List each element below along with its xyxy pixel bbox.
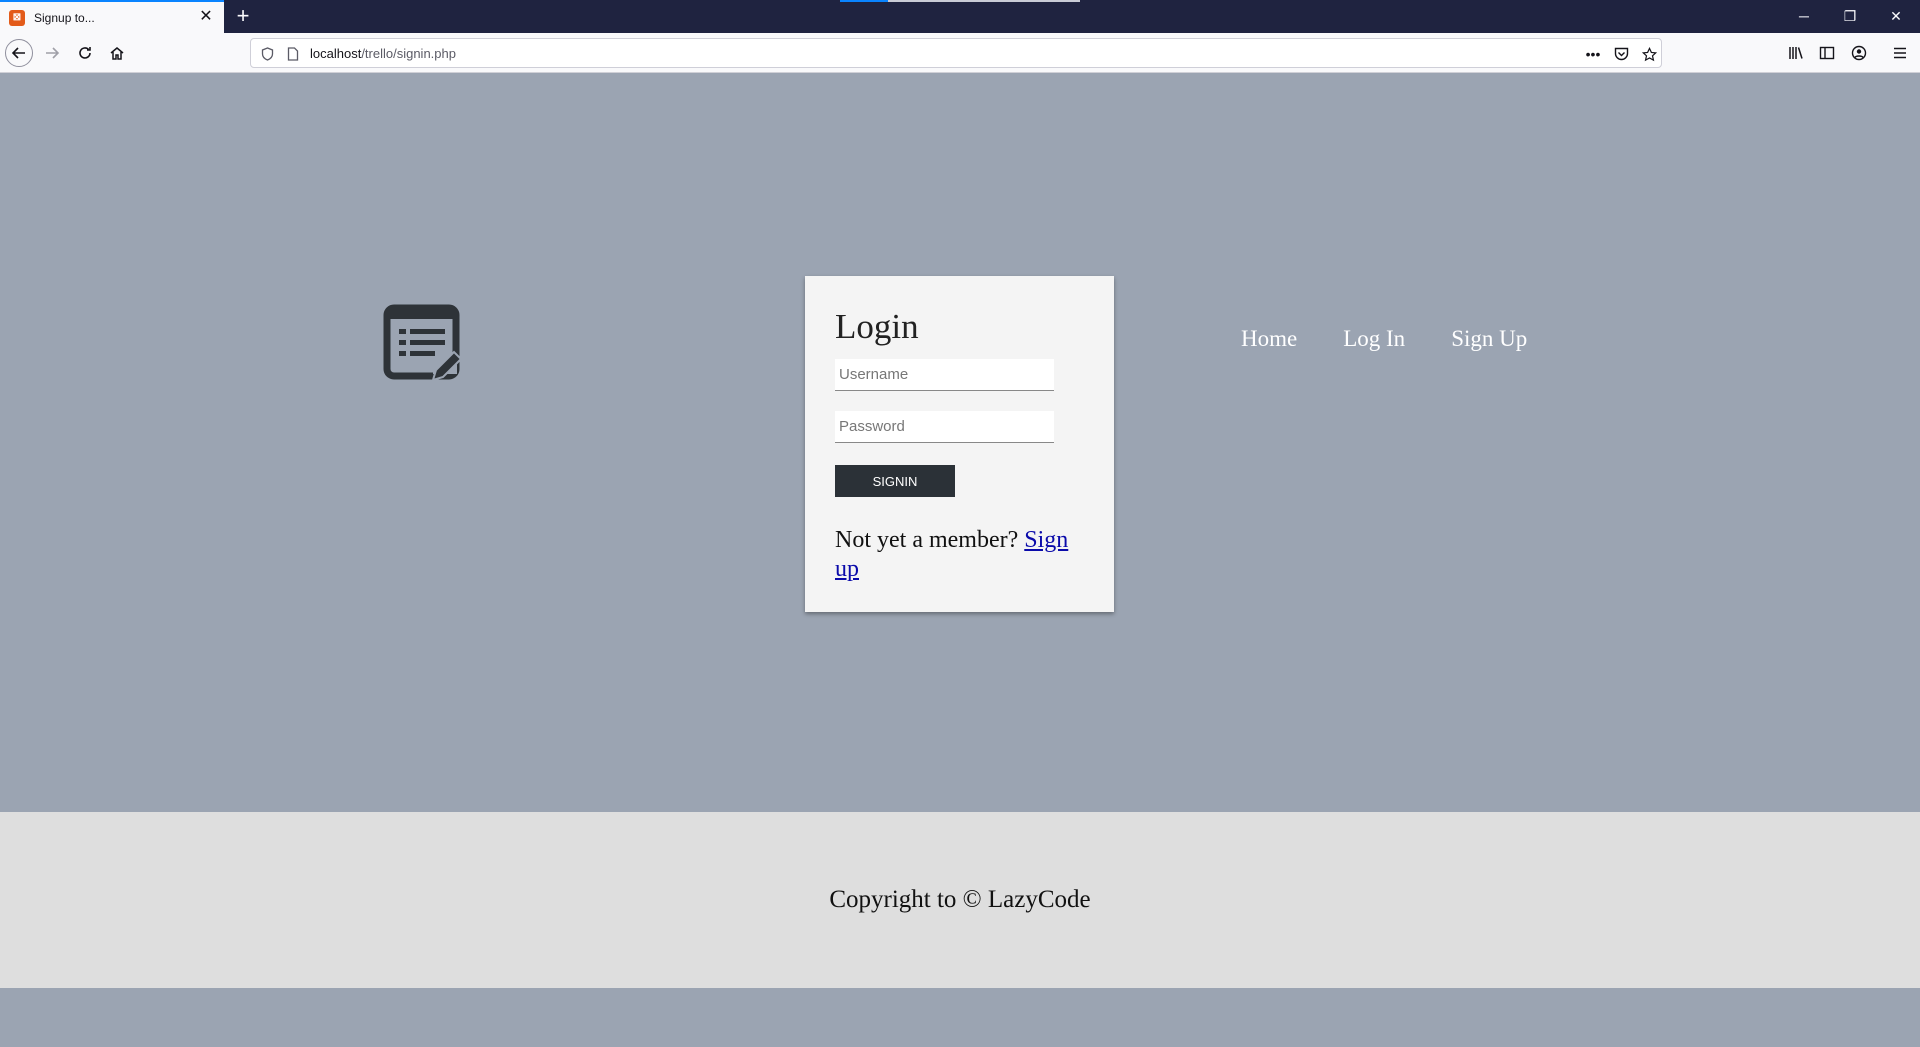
- page-icon[interactable]: [284, 45, 302, 63]
- signin-button[interactable]: SIGNIN: [835, 465, 955, 497]
- forward-arrow-icon: [46, 47, 60, 59]
- url-host: localhost: [310, 46, 362, 61]
- browser-tab[interactable]: ⊠ Signup to... ✕: [0, 0, 224, 33]
- sidebar-button[interactable]: [1813, 39, 1841, 67]
- hamburger-menu-icon: [1894, 47, 1906, 59]
- bookmark-star-icon[interactable]: [1640, 45, 1658, 63]
- new-tab-button[interactable]: +: [231, 4, 255, 28]
- member-prompt-text: Not yet a member?: [835, 527, 1025, 553]
- browser-tab-bar: ⊠ Signup to... ✕ + ─ ❐ ✕: [0, 0, 1920, 33]
- reload-icon: [79, 47, 91, 59]
- copyright-text: Copyright to © LazyCode: [829, 886, 1091, 913]
- menu-item-signup[interactable]: Sign Up: [1451, 326, 1527, 352]
- sidebar-icon: [1819, 46, 1835, 60]
- menu-button[interactable]: [1886, 39, 1914, 67]
- home-icon: [110, 47, 124, 60]
- browser-nav-bar: localhost/trello/signin.php •••: [0, 33, 1920, 73]
- xampp-favicon-icon: ⊠: [9, 9, 25, 26]
- username-input[interactable]: [835, 359, 1054, 391]
- tab-scroll-indicator-active: [840, 0, 888, 2]
- library-icon: [1789, 47, 1803, 59]
- library-button[interactable]: [1782, 39, 1810, 67]
- url-bar[interactable]: localhost/trello/signin.php •••: [250, 38, 1662, 68]
- home-button[interactable]: [103, 39, 131, 67]
- member-prompt: Not yet a member? Sign up: [835, 526, 1084, 584]
- page-content: Login SIGNIN Not yet a member? Sign up H…: [0, 74, 1920, 1047]
- url-text[interactable]: localhost/trello/signin.php: [310, 46, 456, 61]
- url-path: /trello/signin.php: [361, 46, 456, 61]
- menu-item-login[interactable]: Log In: [1343, 326, 1405, 352]
- shield-icon[interactable]: [258, 45, 276, 63]
- footer: Copyright to © LazyCode: [0, 812, 1920, 988]
- forward-button[interactable]: [38, 39, 66, 67]
- top-menu: Home Log In Sign Up: [1241, 326, 1527, 352]
- login-title: Login: [835, 307, 919, 346]
- tab-close-icon[interactable]: ✕: [196, 7, 216, 27]
- pocket-icon[interactable]: [1612, 45, 1630, 63]
- login-card: Login SIGNIN Not yet a member? Sign up: [805, 276, 1114, 612]
- account-icon: [1851, 45, 1867, 61]
- menu-item-home[interactable]: Home: [1241, 326, 1297, 352]
- account-button[interactable]: [1845, 39, 1873, 67]
- document-edit-icon: [383, 304, 463, 382]
- more-actions-icon[interactable]: •••: [1584, 45, 1602, 63]
- restore-button[interactable]: ❐: [1827, 0, 1873, 33]
- minimize-button[interactable]: ─: [1781, 0, 1827, 33]
- back-arrow-icon: [11, 47, 25, 59]
- close-window-button[interactable]: ✕: [1873, 0, 1919, 33]
- reload-button[interactable]: [71, 39, 99, 67]
- back-button[interactable]: [5, 39, 33, 67]
- tab-title: Signup to...: [34, 10, 95, 25]
- password-input[interactable]: [835, 411, 1054, 443]
